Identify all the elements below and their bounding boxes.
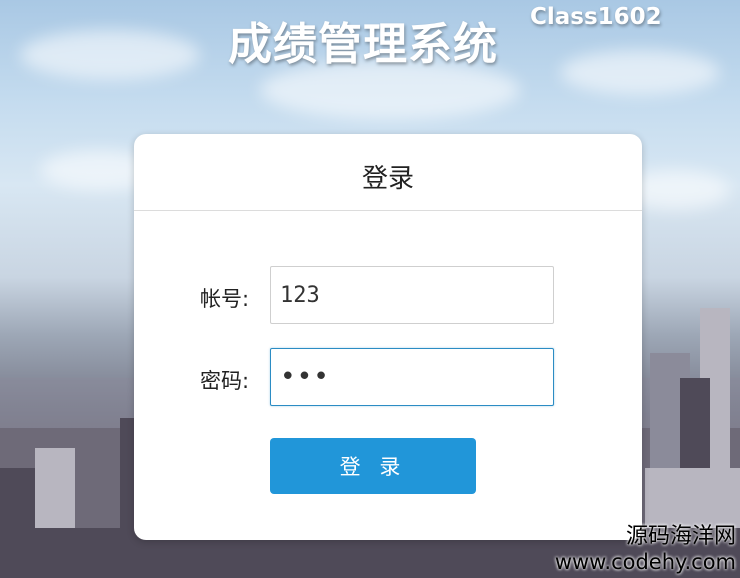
login-card: 登录 帐号: 密码: 登 录: [134, 134, 642, 540]
system-title: 成绩管理系统: [228, 19, 498, 70]
username-input[interactable]: [270, 266, 554, 324]
heading-divider: [134, 210, 642, 211]
password-label: 密码:: [200, 369, 250, 393]
class-label: Class1602: [530, 4, 662, 30]
watermark-url: www.codehy.com: [554, 550, 736, 574]
username-label: 帐号:: [200, 287, 250, 311]
watermark: 源码海洋网 www.codehy.com: [555, 524, 736, 574]
watermark-site-name: 源码海洋网: [625, 524, 736, 549]
password-input[interactable]: [270, 348, 554, 406]
login-button[interactable]: 登 录: [270, 438, 476, 494]
login-heading: 登录: [361, 164, 414, 194]
